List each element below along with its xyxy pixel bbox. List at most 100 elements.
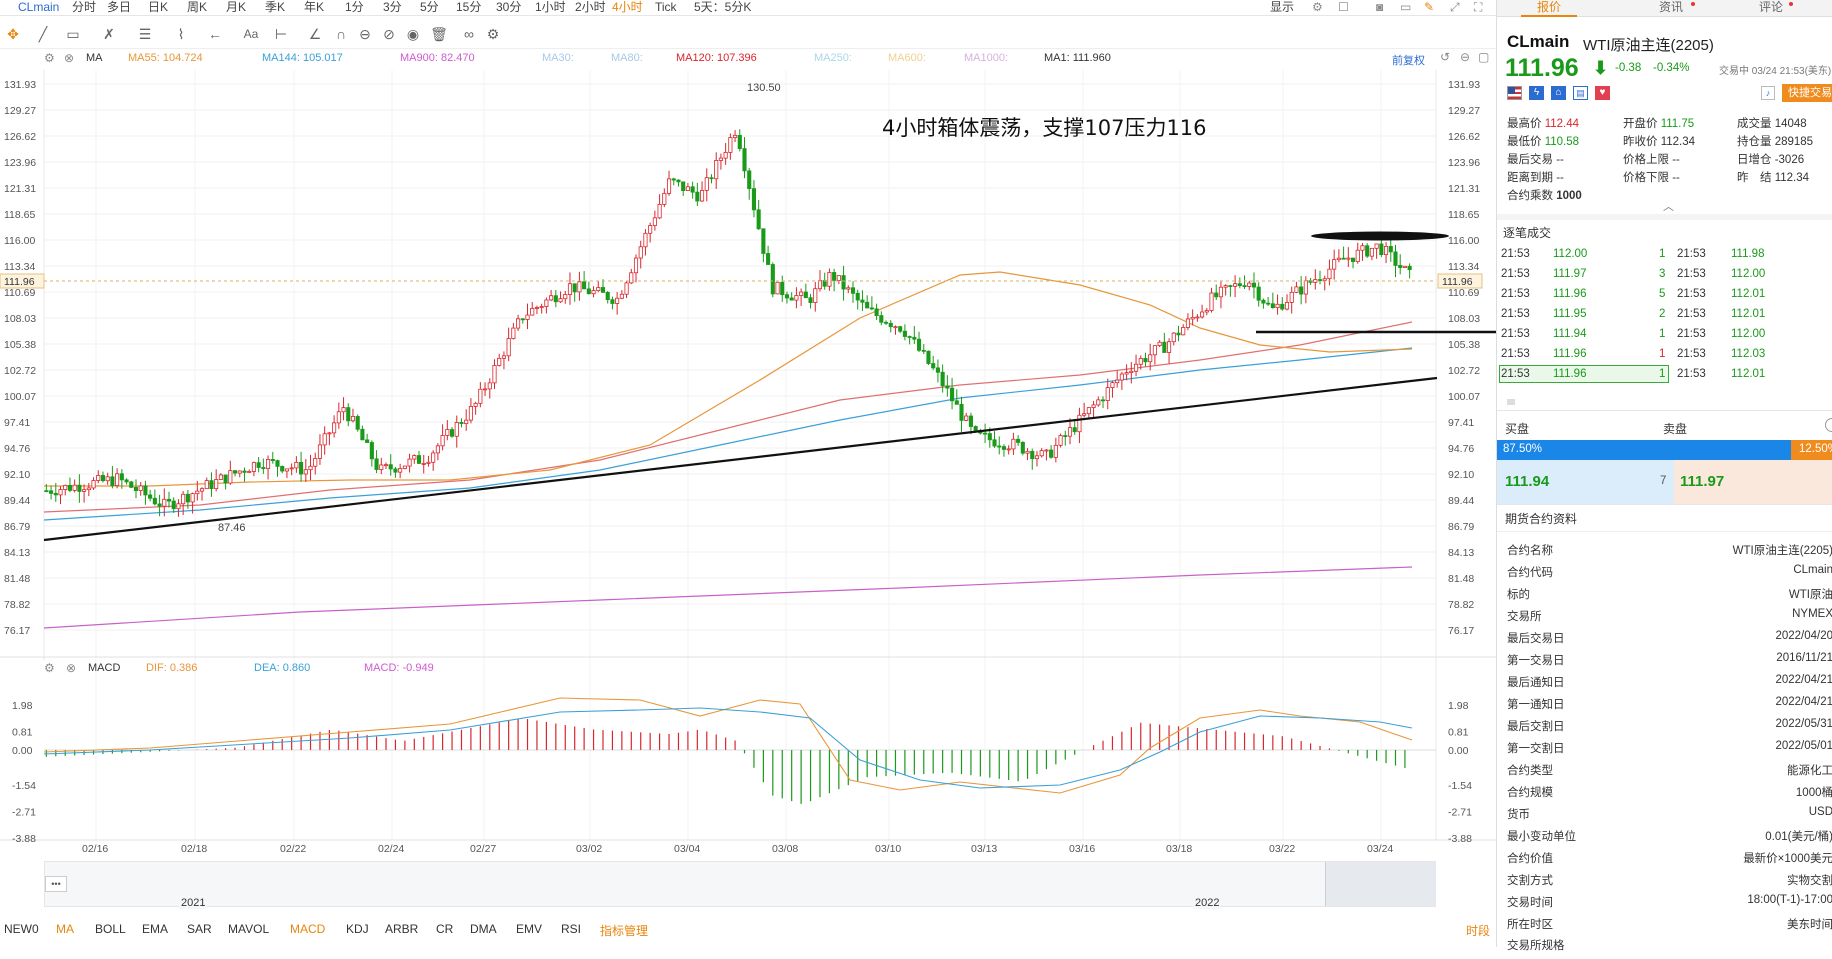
period-tab[interactable]: 月K bbox=[226, 0, 246, 16]
tick-price: 111.96 bbox=[1553, 368, 1587, 380]
close-icon[interactable]: ⊗ bbox=[66, 661, 76, 675]
period-tab[interactable]: 30分 bbox=[496, 0, 521, 16]
indicator-tab[interactable]: DMA bbox=[470, 922, 497, 936]
tab-comments[interactable]: 评论 bbox=[1759, 0, 1783, 14]
layout-icon[interactable]: ☐ bbox=[1338, 0, 1349, 16]
symbol-selector[interactable]: CLmain bbox=[8, 0, 59, 16]
support-trendline bbox=[43, 376, 1438, 542]
doc-icon[interactable]: ▤ bbox=[1573, 86, 1588, 100]
display-menu[interactable]: 显示 bbox=[1270, 0, 1294, 16]
fullscreen-icon[interactable]: ⤢ bbox=[1450, 0, 1460, 16]
window-icon[interactable]: ▭ bbox=[1400, 0, 1411, 16]
pen-icon[interactable]: ✎ bbox=[1424, 0, 1434, 16]
period-tab-active[interactable]: 4小时 bbox=[612, 0, 643, 16]
indicator-tab[interactable]: SAR bbox=[187, 922, 212, 936]
candle-body bbox=[657, 204, 662, 219]
scroll-indicator[interactable] bbox=[1507, 399, 1515, 405]
alert-icon[interactable]: ♪ bbox=[1761, 86, 1775, 100]
indicator-tab[interactable]: MA bbox=[56, 922, 74, 936]
period-tab[interactable]: 5天：5分K bbox=[694, 0, 751, 16]
brush-tool-icon[interactable]: ⌇ bbox=[172, 25, 190, 43]
candle-body bbox=[256, 462, 261, 468]
indicator-manager-tab[interactable]: 指标管理 bbox=[600, 922, 648, 939]
indicator-tab[interactable]: KDJ bbox=[346, 922, 369, 936]
tick-price: 112.00 bbox=[1731, 268, 1766, 280]
settings-icon[interactable]: ⚙ bbox=[1312, 0, 1323, 16]
candle-body bbox=[921, 349, 926, 352]
delete-icon[interactable]: 🗑 bbox=[430, 25, 448, 43]
period-tab[interactable]: 日K bbox=[148, 0, 168, 16]
candle-body bbox=[662, 192, 667, 205]
price-tick-right: 78.82 bbox=[1448, 599, 1474, 611]
period-tab[interactable]: 季K bbox=[265, 0, 285, 16]
macd-indicator-name[interactable]: MACD bbox=[88, 662, 120, 674]
fork-tool-icon[interactable]: ✗ bbox=[100, 25, 118, 43]
candle-body bbox=[431, 452, 436, 463]
period-tab[interactable]: 3分 bbox=[383, 0, 402, 16]
favorite-icon[interactable]: ♥ bbox=[1595, 86, 1610, 100]
time-navigator[interactable]: ••• 2021 2022 bbox=[44, 861, 1436, 909]
camera-icon[interactable]: ◙ bbox=[1376, 0, 1383, 16]
indicator-tab[interactable]: MACD bbox=[290, 922, 325, 936]
navigator-window[interactable] bbox=[1325, 862, 1435, 906]
text-tool-icon[interactable]: Aa bbox=[240, 25, 262, 43]
arrow-tool-icon[interactable]: ← bbox=[206, 25, 224, 43]
period-tab[interactable]: 1小时 bbox=[535, 0, 566, 16]
candle-body bbox=[1289, 291, 1294, 303]
period-tab[interactable]: 15分 bbox=[456, 0, 481, 16]
indicator-tab[interactable]: RSI bbox=[561, 922, 581, 936]
tab-news[interactable]: 资讯 bbox=[1659, 0, 1683, 14]
gear-icon[interactable]: ⚙ bbox=[484, 25, 502, 43]
fib-tool-icon[interactable]: ☰ bbox=[136, 25, 154, 43]
info-value: 2022/04/20 bbox=[1775, 630, 1832, 642]
stat-label: 距离到期 bbox=[1507, 172, 1553, 184]
period-tab[interactable]: 5分 bbox=[420, 0, 439, 16]
quick-trade-button[interactable]: 快捷交易 bbox=[1782, 84, 1832, 102]
candle-body bbox=[379, 464, 384, 470]
tick-price: 111.97 bbox=[1553, 268, 1587, 280]
hide-icon[interactable]: ⊘ bbox=[380, 25, 398, 43]
period-tab[interactable]: 分时 bbox=[72, 0, 96, 16]
expand-icon[interactable]: ⛶ bbox=[1474, 0, 1482, 16]
indicator-tab[interactable]: CR bbox=[436, 922, 453, 936]
indicator-tab[interactable]: BOLL bbox=[95, 922, 126, 936]
crosshair-icon[interactable]: ✥ bbox=[4, 25, 22, 43]
navigator-handle[interactable]: ••• bbox=[45, 876, 67, 892]
indicator-tab[interactable]: NEW0 bbox=[4, 922, 39, 936]
buy-label: 买盘 bbox=[1505, 422, 1530, 436]
stat-label: 合约乘数 bbox=[1507, 190, 1553, 202]
settings-icon[interactable]: ⚙ bbox=[44, 661, 55, 675]
measure-icon[interactable]: ⊢ bbox=[272, 25, 290, 43]
indicator-tab[interactable]: EMV bbox=[516, 922, 542, 936]
candle-body bbox=[1006, 448, 1011, 451]
period-tab[interactable]: Tick bbox=[655, 0, 677, 16]
magnet-icon[interactable]: ∩ bbox=[332, 25, 350, 43]
rect-tool-icon[interactable]: ▭ bbox=[64, 25, 82, 43]
candle-body bbox=[1374, 243, 1379, 249]
eye-icon[interactable]: ◉ bbox=[404, 25, 422, 43]
period-tab[interactable]: 多日 bbox=[107, 0, 131, 16]
candle-body bbox=[983, 432, 988, 435]
price-tick-left: 129.27 bbox=[4, 105, 36, 117]
info-key: 合约规模 bbox=[1507, 787, 1553, 799]
ruler-icon[interactable]: ∠ bbox=[306, 25, 324, 43]
kline-chart[interactable]: 131.93 131.93 129.27 129.27 126.62 126.62 123.… bbox=[0, 48, 1496, 914]
period-tab[interactable]: 周K bbox=[187, 0, 207, 16]
candle-body bbox=[959, 403, 964, 421]
session-tab[interactable]: 时段 bbox=[1466, 922, 1490, 939]
tab-quote[interactable]: 报价 bbox=[1537, 0, 1561, 14]
period-tab[interactable]: 年K bbox=[304, 0, 324, 16]
info-icon[interactable] bbox=[1825, 418, 1832, 432]
indicator-tab[interactable]: ARBR bbox=[385, 922, 418, 936]
candle-body bbox=[577, 281, 582, 293]
candle-body bbox=[44, 490, 49, 493]
period-tab[interactable]: 2小时 bbox=[575, 0, 606, 16]
candle-body bbox=[1247, 282, 1252, 287]
indicator-tab[interactable]: MAVOL bbox=[228, 922, 269, 936]
indicator-tab[interactable]: EMA bbox=[142, 922, 168, 936]
trendline-icon[interactable]: ╱ bbox=[34, 25, 52, 43]
link-icon[interactable]: ∞ bbox=[460, 25, 478, 43]
lock-icon[interactable]: ⊖ bbox=[356, 25, 374, 43]
collapse-chevron-icon[interactable]: ︿ bbox=[1663, 198, 1674, 214]
period-tab[interactable]: 1分 bbox=[345, 0, 364, 16]
